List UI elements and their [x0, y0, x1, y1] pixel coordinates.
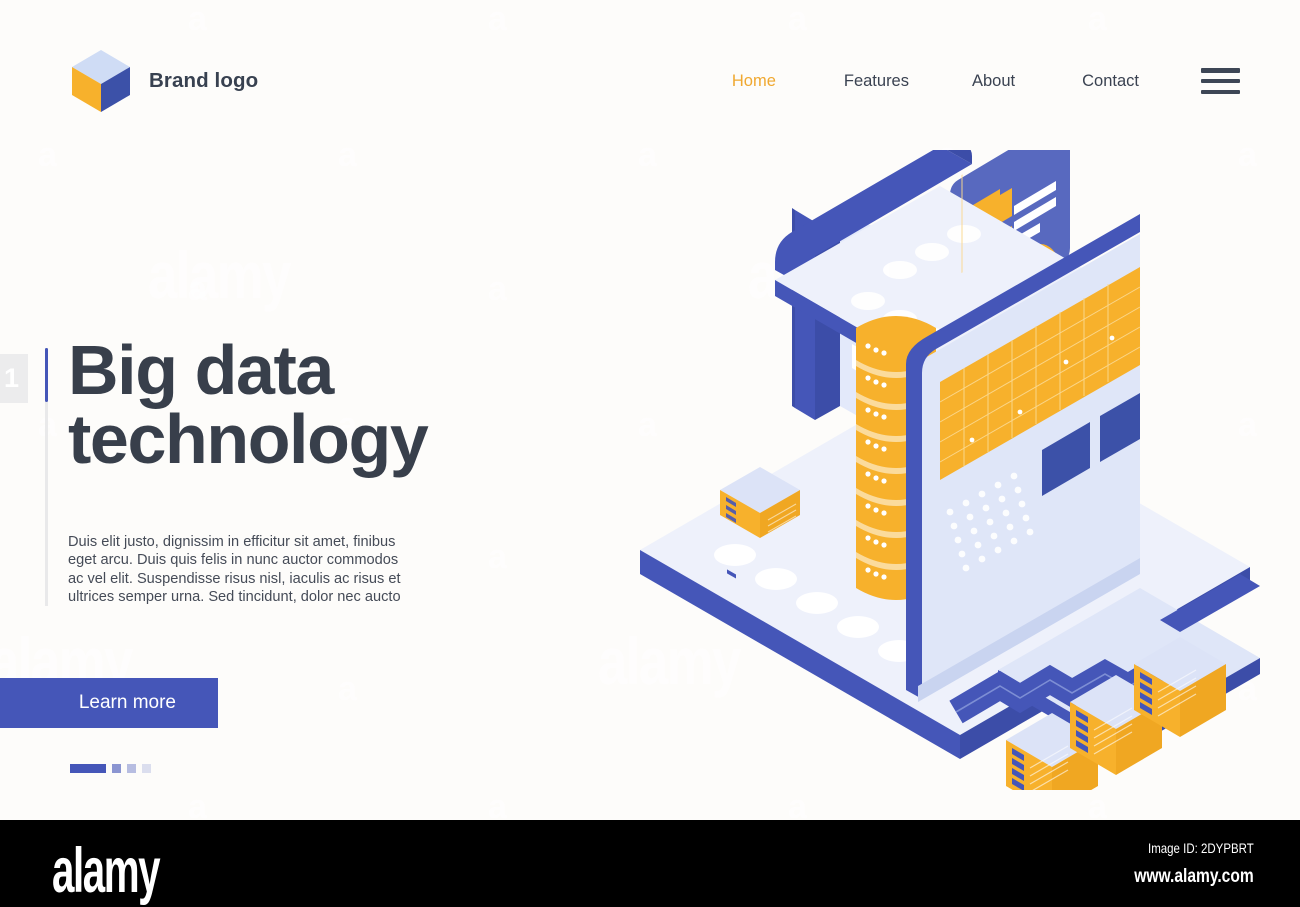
- slide-progress-fill: [45, 348, 48, 402]
- image-id-label: Image ID: 2DYPBRT: [1148, 840, 1254, 856]
- alamy-footer-bar: alamy Image ID: 2DYPBRT www.alamy.com: [0, 820, 1300, 907]
- watermark-glyph: a: [188, 270, 207, 308]
- page-title: Big data technology: [68, 335, 538, 474]
- isometric-big-data-illustration: [600, 150, 1300, 790]
- site-header: Brand logo Home Features About Contact: [0, 0, 1300, 162]
- main-navigation: Home Features About Contact: [732, 68, 1240, 94]
- alamy-url-label: www.alamy.com: [1134, 866, 1254, 887]
- watermark-glyph: a: [788, 788, 807, 820]
- watermark-glyph: a: [1088, 788, 1107, 820]
- pagination-dot[interactable]: [112, 764, 121, 773]
- slider-pagination[interactable]: [70, 764, 151, 773]
- pagination-dot[interactable]: [127, 764, 136, 773]
- brand-logo[interactable]: Brand logo: [70, 48, 258, 114]
- nav-item-home[interactable]: Home: [732, 72, 776, 91]
- brand-name-label: Brand logo: [149, 69, 259, 92]
- watermark-glyph: a: [488, 538, 507, 576]
- watermark-glyph: a: [488, 788, 507, 820]
- headline-line-1: Big data: [68, 331, 334, 409]
- isometric-cube-icon: [70, 48, 132, 114]
- headline-line-2: technology: [68, 399, 429, 478]
- alamy-logo: alamy: [52, 835, 161, 906]
- watermark-glyph: a: [338, 670, 357, 708]
- slide-number-badge: 1: [0, 354, 28, 403]
- nav-item-contact[interactable]: Contact: [1082, 72, 1139, 91]
- slide-progress-rail: [45, 348, 48, 606]
- landing-page-screenshot: a a a a a a a a a alamy alamy a a a a a …: [0, 0, 1300, 907]
- pagination-dot[interactable]: [142, 764, 151, 773]
- nav-item-features[interactable]: Features: [844, 72, 909, 91]
- watermark-word: alamy: [148, 238, 291, 312]
- pagination-dot-active[interactable]: [70, 764, 106, 773]
- nav-item-about[interactable]: About: [972, 72, 1015, 91]
- hero-body-text: Duis elit justo, dignissim in efficitur …: [68, 534, 401, 606]
- hamburger-menu-icon[interactable]: [1201, 68, 1240, 94]
- footer-meta: Image ID: 2DYPBRT www.alamy.com: [1108, 840, 1254, 888]
- learn-more-button[interactable]: Learn more: [0, 678, 218, 728]
- watermark-glyph: a: [488, 270, 507, 308]
- watermark-glyph: a: [188, 788, 207, 820]
